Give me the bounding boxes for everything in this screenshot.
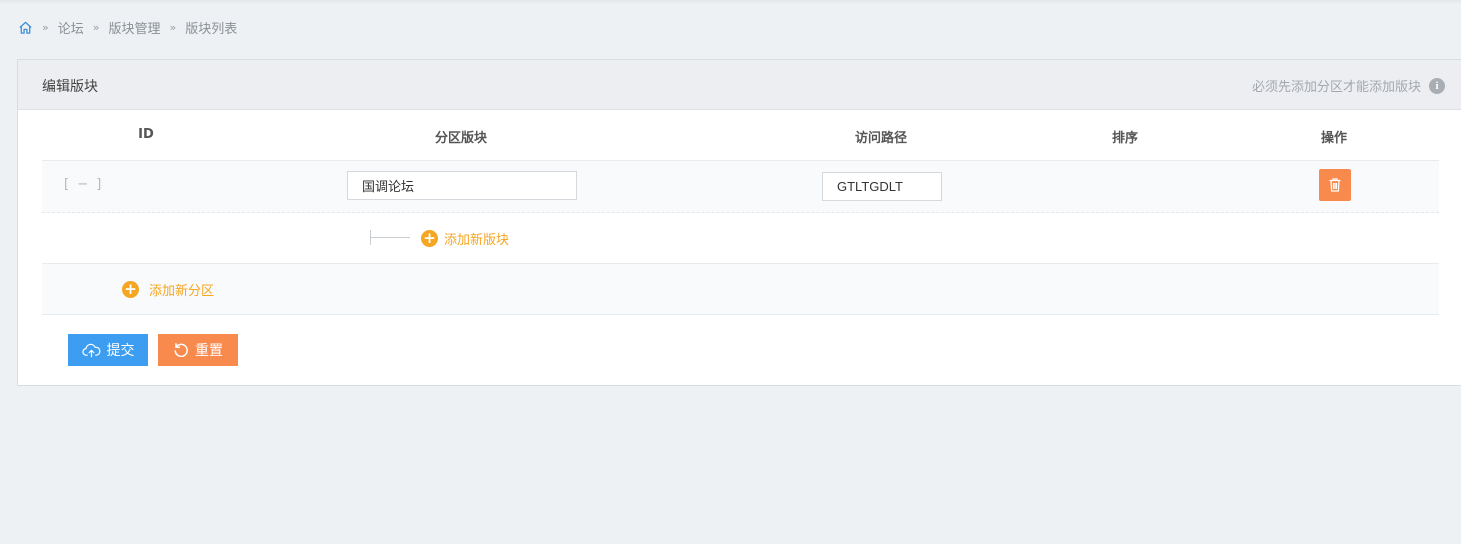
tree-connector [370, 237, 410, 238]
table-row: [ − ] [42, 161, 1439, 213]
delete-button[interactable] [1319, 169, 1351, 201]
column-header-id: ID [138, 127, 154, 142]
section-name-input[interactable] [347, 171, 577, 200]
breadcrumb-separator: » [169, 20, 177, 34]
table-header: ID 分区版块 访问路径 排序 操作 [42, 111, 1439, 161]
home-icon[interactable] [18, 20, 33, 35]
plus-circle-icon: + [122, 281, 139, 298]
submit-label: 提交 [106, 343, 135, 359]
column-header-sort: 排序 [1111, 131, 1139, 146]
breadcrumb-separator: » [42, 20, 49, 34]
breadcrumb-separator: » [92, 20, 100, 34]
column-header-actions: 操作 [1320, 131, 1348, 146]
breadcrumb-item-forum[interactable]: 论坛 [58, 18, 84, 37]
edit-board-panel: 编辑版块 必须先添加分区才能添加版块 i ID 分区版块 访问路径 排序 操作 … [17, 59, 1461, 386]
reset-label: 重置 [195, 343, 223, 359]
panel-title: 编辑版块 [42, 79, 98, 95]
add-board-label: 添加新版块 [444, 233, 510, 248]
breadcrumb: » 论坛 » 版块管理 » 版块列表 [18, 17, 237, 37]
reset-button[interactable]: 重置 [158, 334, 238, 366]
submit-button[interactable]: 提交 [68, 334, 148, 366]
add-board-link[interactable]: + 添加新版块 [421, 229, 509, 248]
info-icon: i [1429, 77, 1445, 94]
breadcrumb-item-board-list: 版块列表 [185, 21, 238, 37]
collapse-toggle[interactable]: [ − ] [64, 177, 103, 192]
breadcrumb-item-board-management[interactable]: 版块管理 [108, 18, 160, 37]
trash-icon [1329, 178, 1341, 192]
top-shadow [0, 0, 1461, 4]
plus-circle-icon: + [421, 230, 438, 247]
add-section-row: + 添加新分区 [42, 264, 1439, 315]
refresh-icon [174, 343, 188, 358]
hint-text: 必须先添加分区才能添加版块 [1251, 80, 1421, 95]
add-section-label: 添加新分区 [149, 284, 215, 299]
panel-header: 编辑版块 必须先添加分区才能添加版块 i [18, 60, 1461, 110]
add-board-row: + 添加新版块 [42, 213, 1439, 264]
cloud-upload-icon [81, 343, 100, 357]
column-header-section-board: 分区版块 [434, 131, 488, 146]
add-section-link[interactable]: + 添加新分区 [122, 280, 214, 299]
access-path-input[interactable] [822, 172, 942, 201]
column-header-access-path: 访问路径 [854, 131, 908, 146]
panel-hint: 必须先添加分区才能添加版块 i [1252, 76, 1445, 95]
